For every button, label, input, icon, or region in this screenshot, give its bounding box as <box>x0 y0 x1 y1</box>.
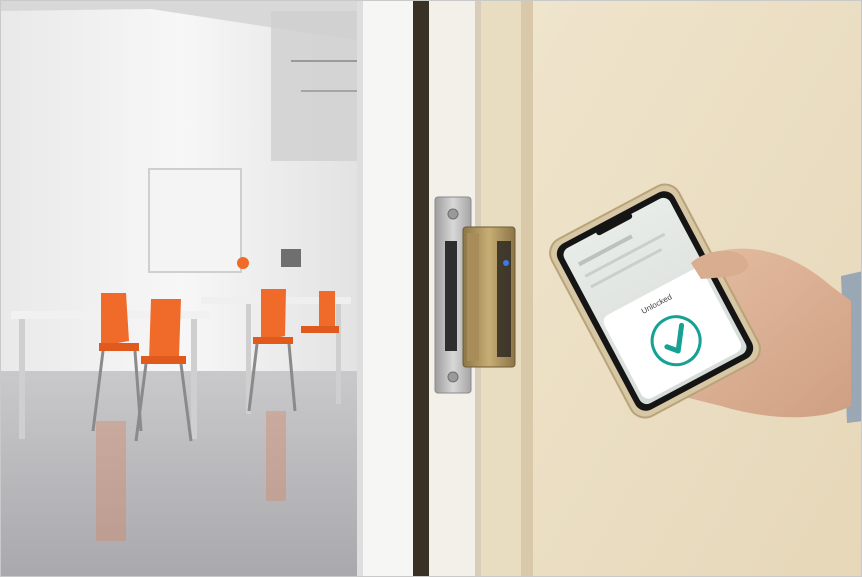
whiteboard <box>148 168 242 273</box>
photo-scene: Unlocked <box>0 0 862 577</box>
background-room <box>1 1 361 576</box>
floor <box>1 371 361 576</box>
status-led-icon <box>503 260 509 266</box>
plant <box>237 257 249 269</box>
monitor <box>281 249 301 267</box>
photo-canvas: Unlocked <box>1 1 861 576</box>
